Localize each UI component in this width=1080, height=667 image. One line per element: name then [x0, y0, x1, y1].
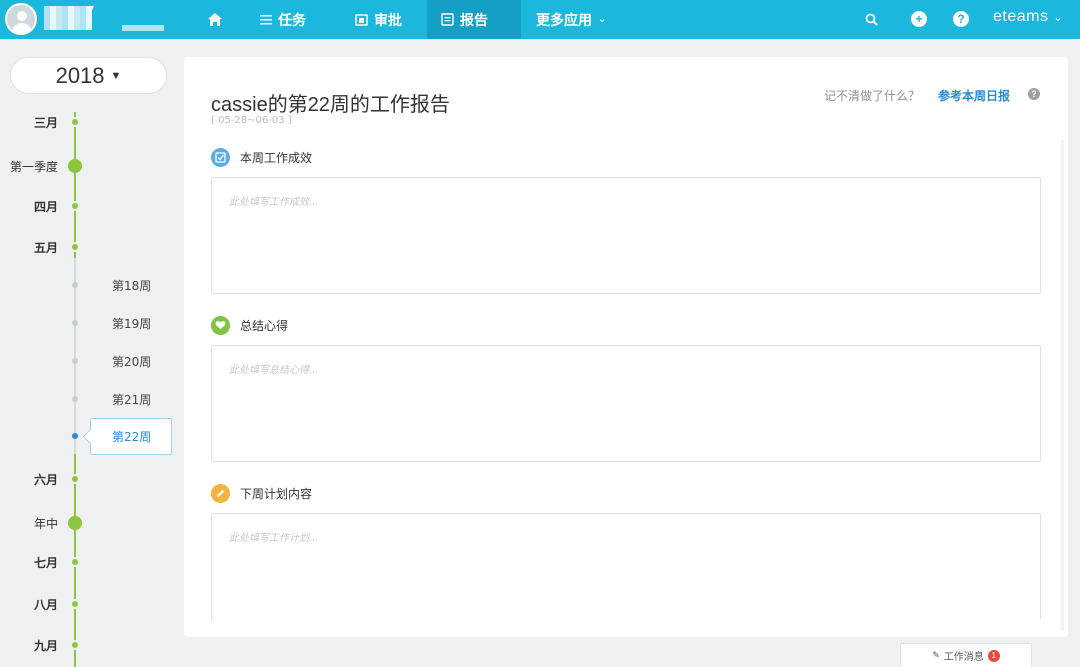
section-title: 下周计划内容 [240, 486, 313, 501]
nav-tasks[interactable]: 任务 [246, 0, 320, 39]
timeline-month-august[interactable]: 八月 [0, 594, 180, 614]
week-label-active: 第22周 [112, 430, 152, 444]
report-title: cassie的第22周的工作报告 [211, 94, 450, 116]
reference-daily-report-link[interactable]: 参考本周日报 [938, 87, 1010, 104]
section-title: 总结心得 [240, 318, 289, 333]
timeline-dot [68, 516, 82, 530]
timeline-dot [70, 557, 80, 567]
timeline-dot [70, 242, 80, 252]
brand-menu[interactable]: eteams ⌄ [993, 8, 1063, 26]
week-label: 第21周 [112, 393, 152, 407]
week-dot-active [72, 433, 78, 439]
section-title: 本周工作成效 [240, 150, 313, 165]
nav-approval-label: 审批 [374, 12, 402, 29]
year-label: 2018 [55, 62, 105, 88]
chat-icon: ✎ [932, 650, 940, 661]
user-menu-chevron-icon[interactable]: ▾ [89, 3, 94, 14]
nav-reports-label: 报告 [460, 12, 488, 29]
help-icon[interactable]: ? [953, 11, 969, 27]
timeline-month-march[interactable]: 三月 [0, 112, 180, 132]
section-achievements-header: 本周工作成效 [211, 147, 312, 167]
timeline-month-june[interactable]: 六月 [0, 469, 180, 489]
timeline-label: 年中 [33, 517, 58, 531]
achievements-textarea[interactable]: 此处填写工作成效... [211, 177, 1041, 294]
list-icon [260, 15, 272, 25]
user-name-blurred[interactable] [44, 6, 92, 30]
brand-label: eteams [993, 8, 1049, 25]
summary-textarea[interactable]: 此处填写总结心得... [211, 345, 1041, 462]
week-dot [72, 358, 78, 364]
nav-reports[interactable]: 报告 [427, 0, 521, 39]
timeline-dot [70, 640, 80, 650]
heart-icon [211, 315, 230, 335]
timeline-label: 五月 [33, 241, 58, 255]
timeline-label: 三月 [33, 116, 58, 130]
timeline-dot [70, 599, 80, 609]
timeline-label: 六月 [33, 473, 58, 487]
work-messages-tab[interactable]: ✎ 工作消息 1 [900, 643, 1032, 667]
work-messages-label: 工作消息 [943, 652, 984, 663]
placeholder-text: 此处填写总结心得... [229, 365, 319, 376]
top-bar: ▾ 任务 审批 报告 更多应用 ⌄ + ? eteams ⌄ [0, 0, 1080, 39]
question-icon[interactable]: ? [1028, 88, 1040, 100]
timeline-label: 九月 [33, 639, 58, 653]
timeline-month-april[interactable]: 四月 [0, 196, 180, 216]
placeholder-text: 此处填写工作计划... [229, 533, 319, 544]
pencil-icon [211, 483, 230, 503]
report-date-range: [ 05-28~06-03 ] [211, 115, 292, 126]
timeline-week-22[interactable]: 第22周 [0, 426, 180, 446]
week-dot [72, 282, 78, 288]
brand-chevron-icon: ⌄ [1053, 12, 1064, 24]
timeline-month-july[interactable]: 七月 [0, 552, 180, 572]
section-summary-header: 总结心得 [211, 315, 288, 335]
report-icon [441, 13, 454, 26]
year-selector[interactable]: 2018 ▼ [10, 57, 167, 94]
timeline-label: 七月 [33, 556, 58, 570]
timeline-dot [68, 159, 82, 173]
placeholder-text: 此处填写工作成效... [229, 197, 319, 208]
timeline-week-19[interactable]: 第19周 [0, 313, 180, 333]
section-plan-header: 下周计划内容 [211, 483, 312, 503]
timeline-month-may[interactable]: 五月 [0, 237, 180, 257]
week-label: 第19周 [112, 317, 152, 331]
week-label: 第20周 [112, 355, 152, 369]
week-label: 第18周 [112, 279, 152, 293]
nav-approval[interactable]: 审批 [341, 0, 416, 39]
timeline-label: 四月 [33, 200, 58, 214]
add-icon[interactable]: + [911, 11, 927, 27]
timeline-label: 八月 [33, 598, 58, 612]
timeline-q1[interactable]: 第一季度 [0, 156, 180, 176]
timeline-label: 第一季度 [9, 160, 58, 174]
user-avatar[interactable] [5, 3, 37, 35]
timeline-mid-year[interactable]: 年中 [0, 513, 180, 533]
approval-icon [355, 13, 368, 26]
plan-textarea[interactable]: 此处填写工作计划... [211, 513, 1041, 620]
search-icon[interactable] [862, 10, 880, 28]
nav-tasks-label: 任务 [278, 12, 306, 29]
timeline-month-september[interactable]: 九月 [0, 635, 180, 655]
nav-more-apps[interactable]: 更多应用 ⌄ [522, 0, 620, 39]
timeline-week-20[interactable]: 第20周 [0, 351, 180, 371]
messages-count-badge: 1 [987, 649, 1000, 662]
card-scrollbar[interactable] [1061, 140, 1064, 630]
timeline-dot [70, 474, 80, 484]
timeline-week-18[interactable]: 第18周 [0, 275, 180, 295]
chevron-down-icon: ⌄ [598, 14, 607, 25]
timeline-dot [70, 117, 80, 127]
nav-home[interactable] [193, 0, 237, 39]
week-dot [72, 320, 78, 326]
user-sub-blurred [122, 25, 164, 31]
timeline-dot [70, 201, 80, 211]
checkbox-icon [211, 147, 230, 167]
forgot-hint: 记不清做了什么？ [824, 89, 921, 103]
nav-more-apps-label: 更多应用 [536, 12, 592, 29]
week-dot [72, 396, 78, 402]
timeline-week-21[interactable]: 第21周 [0, 389, 180, 409]
caret-down-icon: ▼ [110, 69, 122, 82]
home-icon [208, 13, 222, 26]
